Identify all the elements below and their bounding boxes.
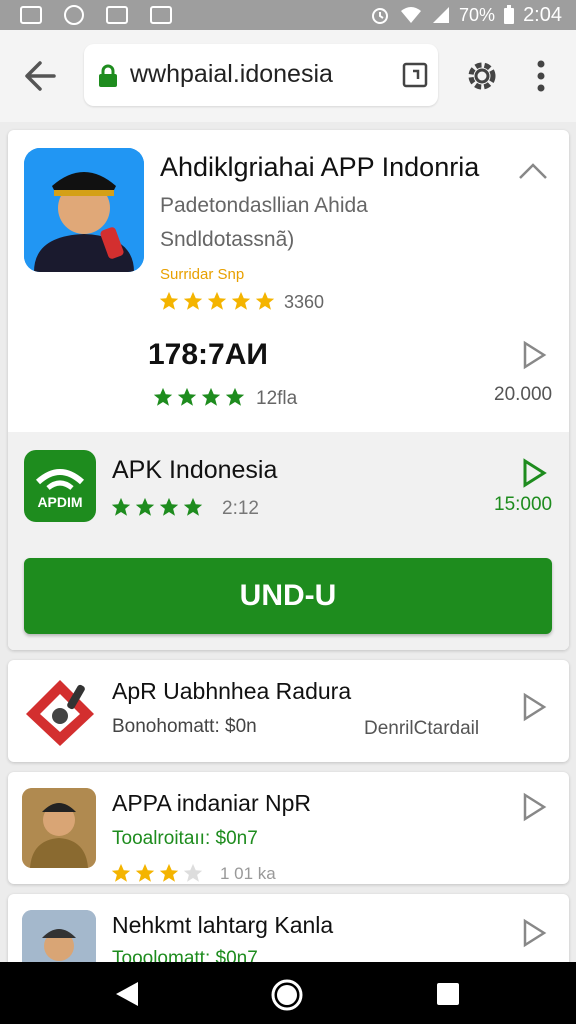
star-icon bbox=[135, 497, 155, 516]
status-bar: 70% 2:04 bbox=[0, 0, 576, 30]
featured-tag: Surridar Snp bbox=[160, 266, 245, 283]
star-icon bbox=[183, 863, 203, 882]
list-item-subtitle: Tooalroitaıı: $0n7 bbox=[112, 828, 258, 849]
list-item-title: Nehkmt lahtarg Kanla bbox=[112, 912, 334, 938]
sim-icon bbox=[20, 6, 42, 24]
apk-icon-label: APDIM bbox=[37, 494, 83, 510]
system-nav-bar bbox=[0, 962, 576, 1024]
star-icon bbox=[159, 863, 179, 882]
star-icon bbox=[153, 387, 173, 406]
person-avatar-icon bbox=[22, 788, 96, 868]
address-bar[interactable]: wwhpaial.idonesia bbox=[84, 44, 438, 106]
featured-app-title[interactable]: Ahdiklgriahai APP Indonria bbox=[160, 152, 479, 183]
sub-item-title[interactable]: 178:7AИ bbox=[148, 338, 268, 372]
alarm-icon bbox=[372, 8, 389, 24]
officer-avatar-icon bbox=[24, 148, 144, 272]
wifi-icon bbox=[401, 7, 422, 23]
star-icon bbox=[255, 291, 275, 310]
download-button[interactable]: UND-U bbox=[24, 558, 552, 634]
star-icon bbox=[225, 387, 245, 406]
play-arrow-icon[interactable] bbox=[522, 918, 548, 948]
app-logo-icon bbox=[26, 680, 94, 746]
apk-rating: 2:12 bbox=[222, 498, 259, 519]
clock-notification-icon bbox=[64, 5, 84, 25]
featured-stars bbox=[158, 290, 276, 312]
battery-icon bbox=[504, 5, 515, 24]
url-text: wwhpaial.idonesia bbox=[130, 60, 333, 88]
nav-home-icon[interactable] bbox=[270, 978, 304, 1012]
star-icon bbox=[231, 291, 251, 310]
clock: 2:04 bbox=[523, 3, 562, 26]
wifi-logo-icon bbox=[35, 469, 85, 491]
star-icon bbox=[159, 497, 179, 516]
play-arrow-icon[interactable] bbox=[522, 340, 548, 370]
list-item-subtitle: Bonohomatt: $0n bbox=[112, 716, 257, 737]
list-item[interactable]: APPA indaniar NpR Tooalroitaıı: $0n7 1 0… bbox=[8, 772, 569, 884]
play-arrow-icon[interactable] bbox=[522, 458, 548, 488]
battery-percent: 70% bbox=[459, 4, 496, 25]
star-icon bbox=[201, 387, 221, 406]
apk-section: APDIM APK Indonesia 2:12 15:000 UND-U bbox=[8, 432, 569, 650]
star-icon bbox=[111, 497, 131, 516]
nav-back-icon[interactable] bbox=[114, 980, 140, 1008]
star-icon bbox=[183, 291, 203, 310]
featured-subtitle-2: Sndldotassnã) bbox=[160, 228, 295, 251]
featured-subtitle-1: Padetondasllian Ahida bbox=[160, 194, 368, 217]
nav-recents-icon[interactable] bbox=[436, 982, 460, 1006]
apk-downloads: 15:000 bbox=[494, 494, 553, 515]
settings-gear-icon[interactable] bbox=[462, 56, 502, 96]
featured-app-card: Ahdiklgriahai APP Indonria Padetondaslli… bbox=[8, 130, 569, 650]
sub-item-downloads: 20.000 bbox=[494, 384, 553, 405]
star-icon bbox=[135, 863, 155, 882]
app-notification-icon bbox=[150, 6, 172, 24]
image-notification-icon bbox=[106, 6, 128, 24]
list-item-stars bbox=[110, 862, 204, 884]
tabs-icon[interactable] bbox=[402, 62, 428, 88]
featured-rating-count: 3360 bbox=[284, 292, 325, 312]
browser-toolbar: wwhpaial.idonesia bbox=[0, 30, 576, 122]
apk-title[interactable]: APK Indonesia bbox=[112, 456, 277, 485]
star-icon bbox=[207, 291, 227, 310]
list-item-title: ApR Uabhnhea Radura bbox=[112, 678, 352, 704]
star-icon bbox=[177, 387, 197, 406]
lock-icon bbox=[99, 64, 117, 87]
sub-item-rating: 12fla bbox=[256, 388, 298, 409]
signal-icon bbox=[433, 7, 450, 23]
apk-stars bbox=[110, 496, 204, 518]
play-arrow-icon[interactable] bbox=[522, 692, 548, 722]
featured-app-icon[interactable] bbox=[24, 148, 144, 272]
list-item-extra: DenrilCtardail bbox=[364, 718, 480, 739]
more-menu-icon[interactable] bbox=[528, 56, 554, 96]
list-item-rating: 1 01 ka bbox=[220, 864, 276, 883]
list-item-title: APPA indaniar NpR bbox=[112, 790, 312, 816]
apk-app-icon[interactable]: APDIM bbox=[24, 450, 96, 522]
star-icon bbox=[183, 497, 203, 516]
back-arrow-icon[interactable] bbox=[20, 56, 64, 96]
star-icon bbox=[159, 291, 179, 310]
star-icon bbox=[111, 863, 131, 882]
collapse-chevron-icon[interactable] bbox=[518, 162, 548, 180]
sub-item-stars bbox=[152, 386, 246, 408]
play-arrow-icon[interactable] bbox=[522, 792, 548, 822]
list-item[interactable]: ApR Uabhnhea Radura Bonohomatt: $0n Denr… bbox=[8, 660, 569, 762]
